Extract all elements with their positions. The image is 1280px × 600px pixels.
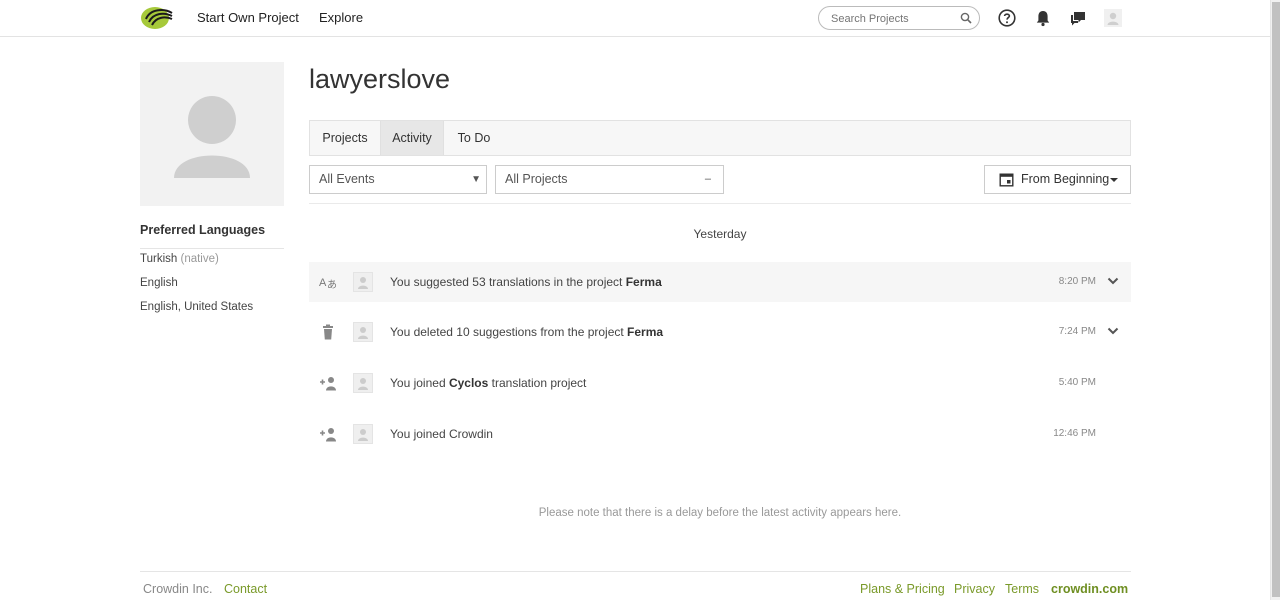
activity-time: 7:24 PM	[1058, 326, 1096, 337]
language-item: English, United States	[140, 301, 253, 313]
tab-todo[interactable]: To Do	[444, 121, 504, 155]
trash-icon	[323, 324, 333, 340]
footer-brand-link[interactable]: crowdin.com	[1051, 582, 1128, 596]
activity-user-avatar	[353, 272, 373, 292]
activity-delay-note: Please note that there is a delay before…	[538, 507, 902, 519]
activity-time: 8:20 PM	[1058, 276, 1096, 287]
crowdin-logo[interactable]	[140, 5, 174, 31]
add-user-icon	[320, 377, 336, 391]
translate-icon: A あ	[319, 277, 337, 290]
events-filter-value: All Events	[319, 172, 375, 186]
activity-row[interactable]: You joined Crowdin 12:46 PM	[309, 414, 1131, 454]
svg-text:あ: あ	[327, 279, 337, 290]
help-icon[interactable]	[998, 9, 1016, 27]
bell-icon[interactable]	[1034, 9, 1052, 27]
activity-time: 12:46 PM	[1053, 428, 1096, 439]
footer-company: Crowdin Inc.	[143, 582, 213, 596]
profile-avatar	[140, 62, 284, 206]
footer-divider	[140, 571, 1131, 572]
activity-day-label: Yesterday	[693, 227, 747, 241]
chevron-down-icon[interactable]	[1107, 276, 1119, 286]
tab-activity[interactable]: Activity	[380, 121, 444, 155]
footer-plans-link[interactable]: Plans & Pricing	[860, 582, 945, 596]
profile-tabs: Projects Activity To Do	[309, 120, 1131, 156]
activity-text: You joined Crowdin	[390, 427, 493, 441]
chevron-down-icon[interactable]	[1107, 326, 1119, 336]
scrollbar-thumb[interactable]	[1272, 2, 1280, 597]
language-native-note: (native)	[180, 253, 219, 265]
activity-user-avatar	[353, 424, 373, 444]
activity-row[interactable]: You deleted 10 suggestions from the proj…	[309, 312, 1131, 352]
activity-text: You suggested 53 translations in the pro…	[390, 275, 662, 289]
activity-text: You joined Cyclos translation project	[390, 376, 587, 390]
activity-time: 5:40 PM	[1058, 377, 1096, 388]
activity-text: You deleted 10 suggestions from the proj…	[390, 325, 664, 339]
nav-start-own-project[interactable]: Start Own Project	[197, 10, 299, 25]
profile-username: lawyerslove	[309, 64, 451, 94]
activity-user-avatar	[353, 322, 373, 342]
page-scrollbar[interactable]	[1270, 0, 1280, 600]
language-name: Turkish	[140, 253, 178, 265]
events-filter-select[interactable]: All Events ▼	[309, 165, 487, 194]
add-user-icon	[320, 428, 336, 442]
user-avatar-icon[interactable]	[1104, 9, 1122, 27]
footer-contact-link[interactable]: Contact	[224, 582, 267, 596]
footer-privacy-link[interactable]: Privacy	[954, 582, 995, 596]
preferred-languages-title: Preferred Languages	[140, 223, 284, 249]
footer-terms-link[interactable]: Terms	[1005, 582, 1039, 596]
search-icon[interactable]	[960, 12, 972, 24]
search-box[interactable]	[818, 6, 980, 30]
activity-user-avatar	[353, 373, 373, 393]
chat-icon[interactable]	[1069, 9, 1087, 27]
language-item: English	[140, 277, 178, 289]
language-name: English, United States	[140, 301, 254, 313]
date-range-button[interactable]: From Beginning	[984, 165, 1131, 194]
activity-row[interactable]: A あ You suggested 53 translations in the…	[309, 262, 1131, 302]
nav-explore[interactable]: Explore	[319, 10, 363, 25]
tab-projects[interactable]: Projects	[310, 121, 380, 155]
dropdown-arrow-icon: ▼	[471, 174, 481, 185]
filters-divider	[309, 203, 1131, 204]
date-range-label: From Beginning	[1021, 172, 1110, 186]
caret-down-icon	[1110, 178, 1118, 182]
dropdown-arrow-icon: –	[704, 173, 711, 185]
projects-filter-select[interactable]: All Projects –	[495, 165, 724, 194]
svg-text:A: A	[319, 277, 327, 289]
user-silhouette-icon	[174, 96, 250, 178]
language-name: English	[140, 277, 178, 289]
activity-row[interactable]: You joined Cyclos translation project 5:…	[309, 363, 1131, 403]
top-navbar: Start Own Project Explore	[0, 0, 1270, 37]
search-input[interactable]	[831, 11, 956, 26]
projects-filter-value: All Projects	[505, 172, 568, 186]
language-item: Turkish (native)	[140, 253, 219, 265]
calendar-icon	[999, 173, 1014, 187]
